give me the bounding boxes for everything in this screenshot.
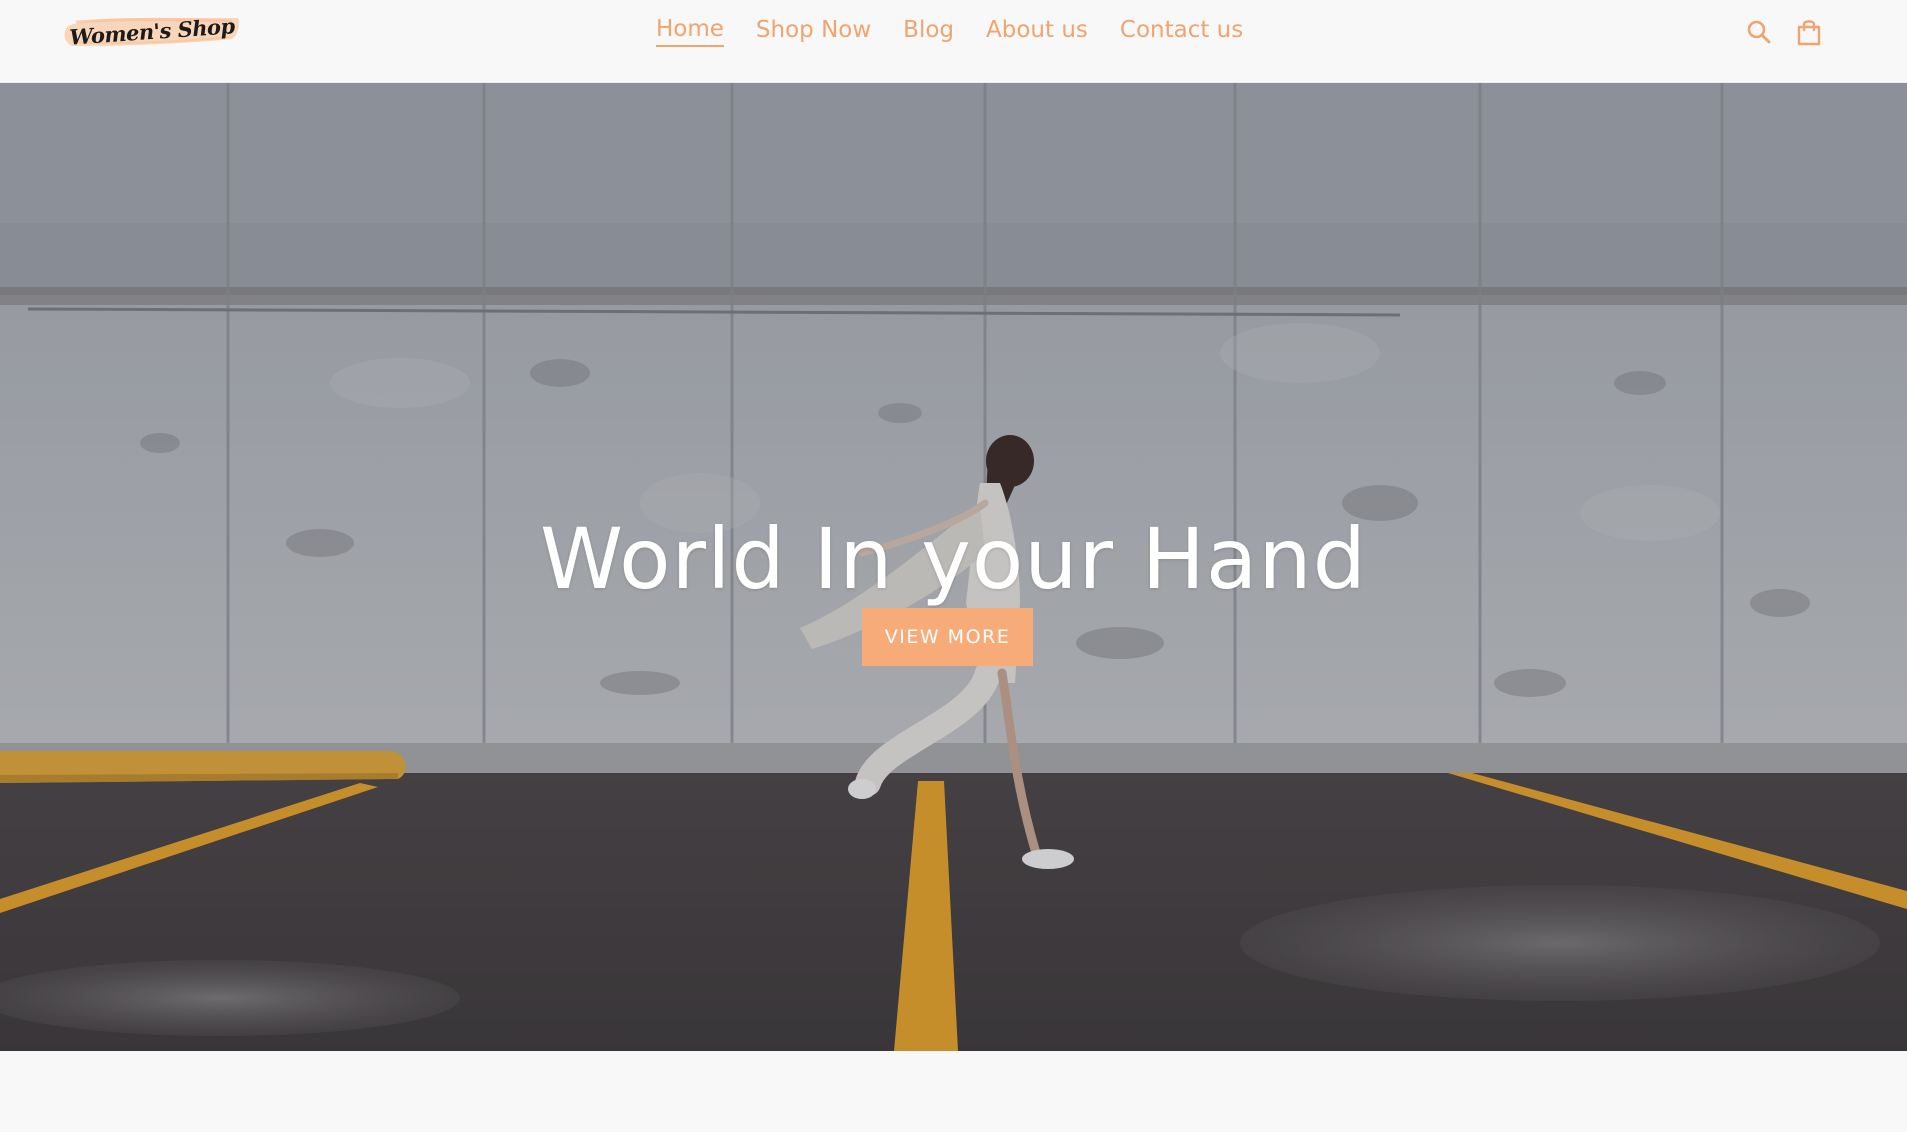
main-nav: Home Shop Now Blog About us Contact us [656,12,1243,52]
shopping-bag-icon [1797,20,1821,46]
nav-item-contact-us[interactable]: Contact us [1120,18,1243,46]
hero-title: World In your Hand [540,510,1367,609]
search-button[interactable] [1743,16,1775,48]
site-header: Women's Shop Home Shop Now Blog About us… [0,0,1907,83]
hero-banner: World In your Hand VIEW MORE [0,83,1907,1051]
nav-item-shop-now[interactable]: Shop Now [756,18,871,46]
nav-item-home[interactable]: Home [656,17,724,47]
below-hero-area [0,1051,1907,1132]
nav-item-blog[interactable]: Blog [903,18,954,46]
logo[interactable]: Women's Shop [62,12,242,50]
cart-button[interactable] [1793,16,1825,48]
view-more-button[interactable]: VIEW MORE [862,608,1033,666]
search-icon [1747,20,1771,44]
nav-item-about-us[interactable]: About us [986,18,1088,46]
header-icons [1725,14,1825,50]
